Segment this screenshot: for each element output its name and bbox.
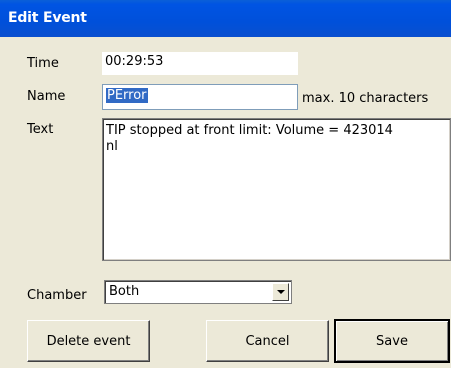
dialog-title: Edit Event — [8, 10, 87, 26]
text-label: Text — [27, 122, 54, 137]
chamber-select[interactable]: Both — [104, 280, 292, 304]
chamber-dropdown-button[interactable] — [272, 283, 289, 301]
chamber-value: Both — [109, 284, 140, 299]
name-input[interactable]: PError — [102, 84, 298, 110]
time-label: Time — [27, 56, 59, 71]
edit-event-dialog: Edit Event Time 00:29:53 Name PError max… — [0, 0, 451, 368]
save-label: Save — [376, 333, 408, 349]
name-label: Name — [27, 89, 66, 104]
chevron-down-icon — [276, 290, 285, 294]
name-value: PError — [106, 88, 148, 103]
delete-event-button[interactable]: Delete event — [27, 320, 150, 362]
cancel-label: Cancel — [245, 333, 290, 349]
cancel-button[interactable]: Cancel — [206, 320, 329, 362]
text-line: nl — [106, 139, 118, 154]
title-bar[interactable]: Edit Event — [0, 0, 451, 37]
text-line: TIP stopped at front limit: Volume = 423… — [106, 123, 393, 138]
text-memo[interactable]: TIP stopped at front limit: Volume = 423… — [102, 118, 451, 261]
time-value: 00:29:53 — [105, 54, 164, 69]
name-max-hint: max. 10 characters — [302, 91, 429, 106]
time-field: 00:29:53 — [102, 52, 298, 75]
chamber-label: Chamber — [27, 288, 87, 303]
save-button[interactable]: Save — [334, 319, 450, 363]
delete-event-label: Delete event — [46, 333, 131, 349]
